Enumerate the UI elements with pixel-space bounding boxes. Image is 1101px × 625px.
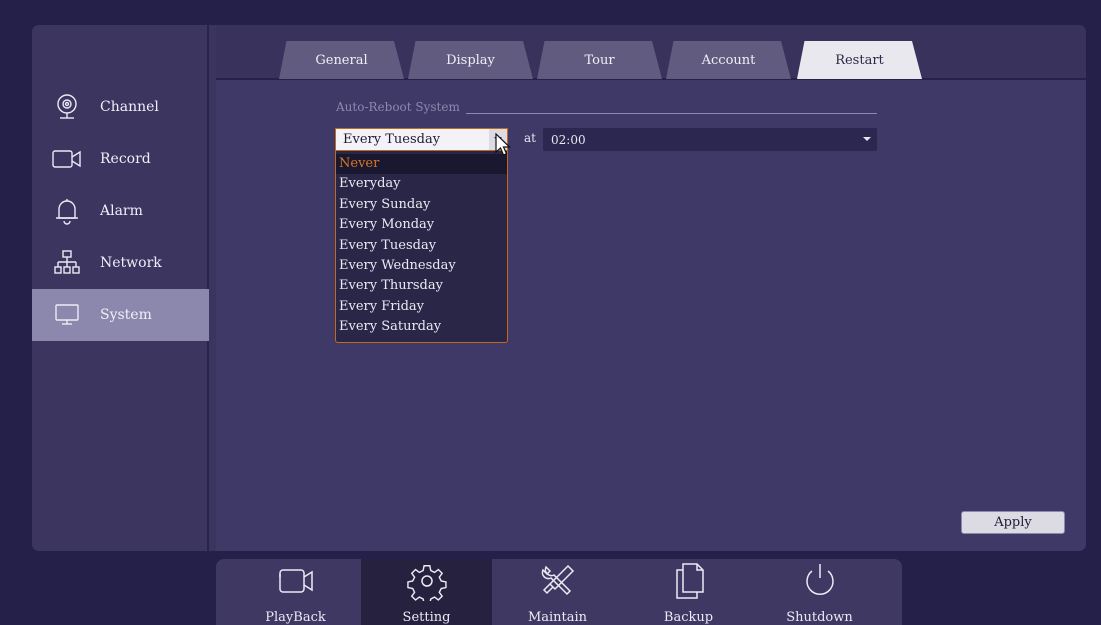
nav-backup[interactable]: Backup — [623, 559, 754, 625]
dropdown-option[interactable]: Every Saturday — [336, 317, 507, 337]
section-divider — [466, 113, 877, 114]
reboot-day-select[interactable]: Every Tuesday — [335, 128, 508, 151]
nav-shutdown[interactable]: Shutdown — [754, 559, 885, 625]
tab-restart[interactable]: Restart — [797, 41, 922, 79]
power-icon — [805, 564, 834, 595]
sidebar-item-alarm[interactable]: Alarm — [32, 185, 209, 237]
dropdown-option[interactable]: Every Sunday — [336, 195, 507, 215]
reboot-time-select[interactable]: 02:00 — [543, 128, 877, 151]
sidebar-item-label: Network — [100, 255, 162, 271]
mouse-cursor-icon — [495, 133, 511, 156]
video-camera-icon — [278, 569, 313, 593]
nav-label: Maintain — [527, 610, 588, 625]
reboot-day-dropdown: Never Everyday Every Sunday Every Monday… — [335, 151, 508, 343]
dropdown-option[interactable]: Never — [336, 154, 507, 175]
gear-icon — [406, 565, 447, 601]
sidebar-item-label: Record — [100, 151, 151, 167]
dropdown-option[interactable]: Everyday — [336, 174, 507, 194]
at-label: at — [524, 131, 536, 145]
dropdown-option[interactable]: Every Tuesday — [336, 236, 507, 256]
tools-icon — [541, 564, 574, 596]
sidebar-item-network[interactable]: Network — [32, 237, 209, 289]
dropdown-option[interactable]: Every Wednesday — [336, 256, 507, 276]
video-camera-icon — [52, 144, 82, 174]
tab-account[interactable]: Account — [666, 41, 791, 79]
webcam-icon — [52, 92, 82, 122]
documents-icon — [675, 563, 704, 599]
dropdown-option[interactable]: Every Friday — [336, 297, 507, 317]
sidebar-item-label: System — [100, 307, 152, 323]
sidebar-item-label: Channel — [100, 99, 159, 115]
monitor-icon — [52, 300, 82, 330]
sidebar: Channel Record Alarm Network System — [32, 25, 209, 551]
sidebar-item-label: Alarm — [100, 203, 143, 219]
nav-playback[interactable]: PlayBack — [230, 559, 361, 625]
nav-setting[interactable]: Setting — [361, 559, 492, 625]
nav-label: Setting — [402, 610, 451, 625]
dropdown-option[interactable]: Every Thursday — [336, 276, 507, 296]
section-label: Auto-Reboot System — [336, 100, 460, 114]
reboot-time-value: 02:00 — [551, 132, 586, 147]
nav-label: Shutdown — [786, 610, 853, 625]
bell-icon — [52, 196, 82, 226]
nav-maintain[interactable]: Maintain — [492, 559, 623, 625]
dropdown-option[interactable]: Every Monday — [336, 215, 507, 235]
sidebar-item-channel[interactable]: Channel — [32, 81, 209, 133]
bottom-nav: PlayBack Setting Maintain Backup Shutdow… — [216, 559, 902, 625]
tab-display[interactable]: Display — [408, 41, 533, 79]
sidebar-item-record[interactable]: Record — [32, 133, 209, 185]
network-icon — [52, 248, 82, 278]
reboot-day-value: Every Tuesday — [343, 132, 441, 147]
nav-label: Backup — [663, 610, 714, 625]
apply-button[interactable]: Apply — [961, 511, 1065, 534]
tab-tour[interactable]: Tour — [537, 41, 662, 79]
chevron-down-icon — [863, 137, 871, 141]
sidebar-item-system[interactable]: System — [32, 289, 209, 341]
nav-label: PlayBack — [265, 610, 326, 625]
tab-general[interactable]: General — [279, 41, 404, 79]
